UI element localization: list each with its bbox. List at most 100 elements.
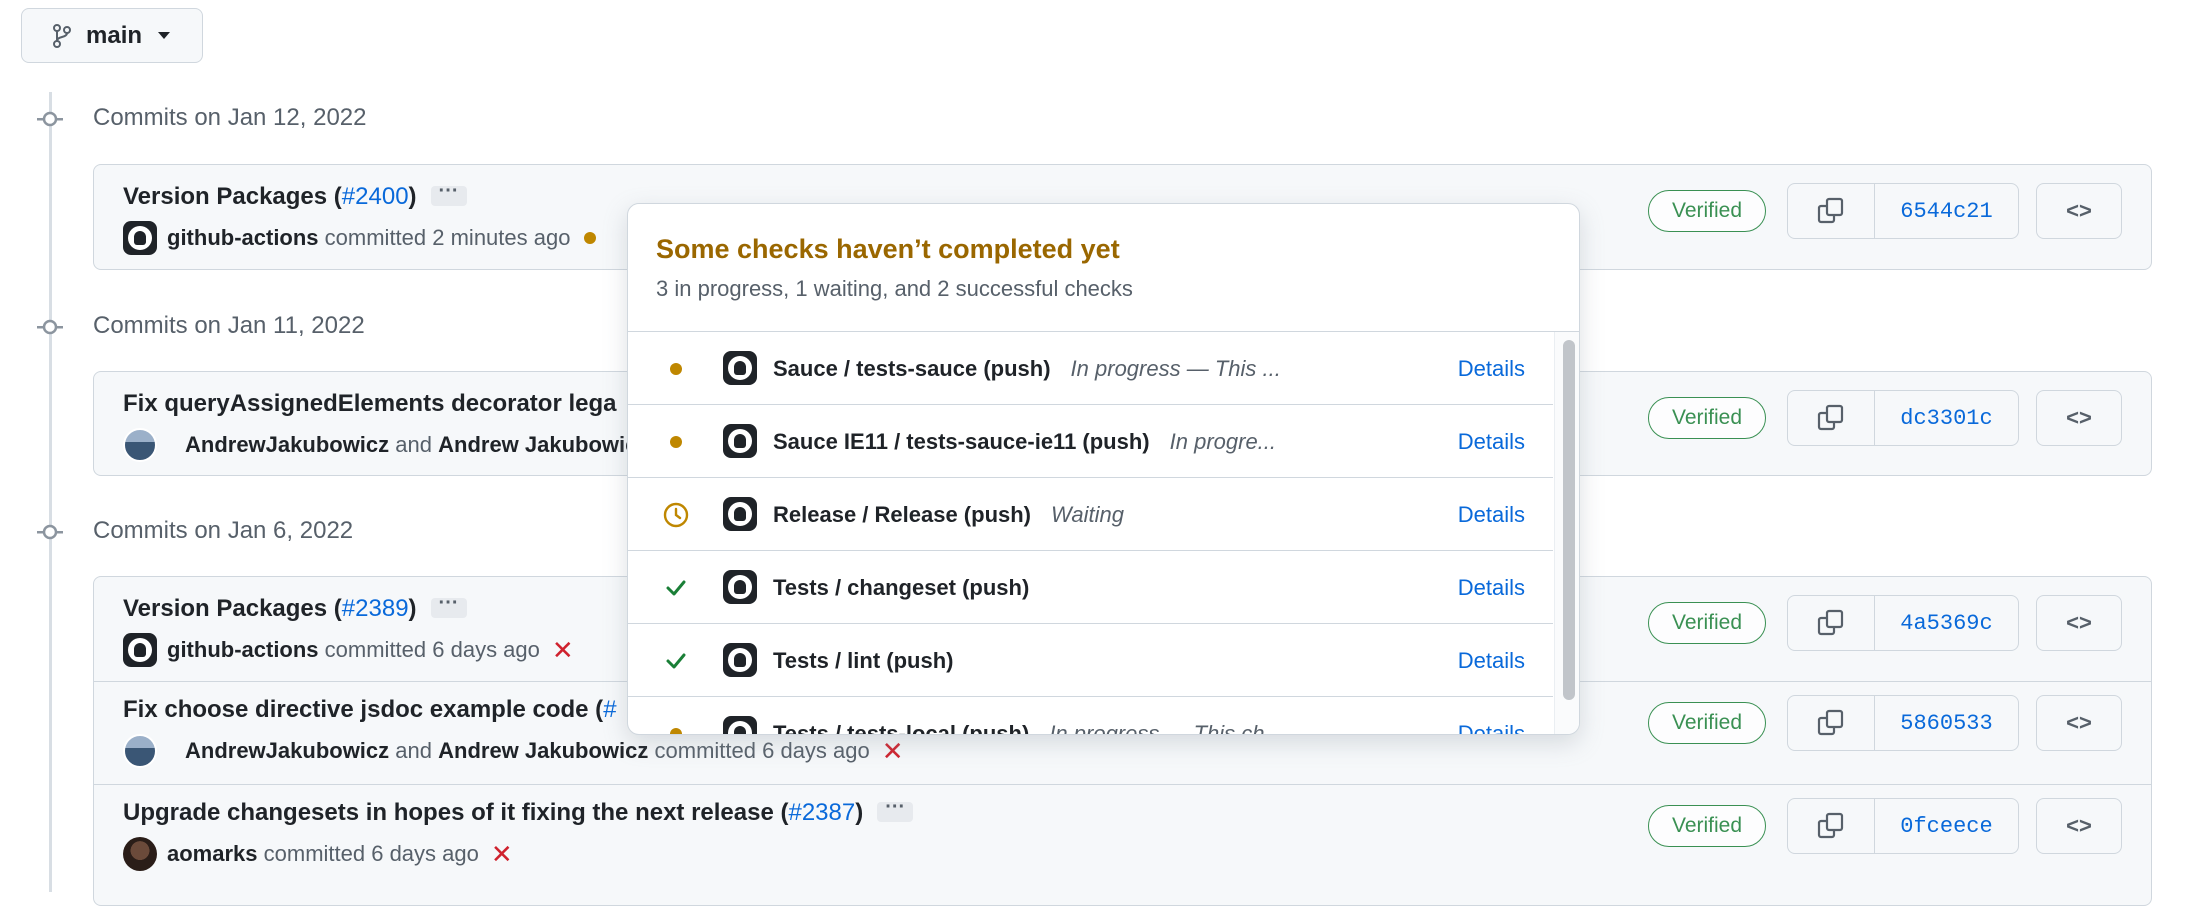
checks-popover: Some checks haven’t completed yet 3 in p… [627,203,1580,735]
details-link[interactable]: Details [1458,478,1525,551]
github-actions-icon [723,716,757,734]
browse-repo-button[interactable]: <> [2036,183,2122,239]
popover-subtitle: 3 in progress, 1 waiting, and 2 successf… [656,276,1133,301]
author-link[interactable]: Andrew Jakubowicz [438,738,648,764]
author-link[interactable]: aomarks [167,841,258,867]
commit-message[interactable]: Version Packages (#2400) [123,180,467,211]
browse-repo-button[interactable]: <> [2036,798,2122,854]
branch-select-button[interactable]: main [21,8,203,63]
expand-message-button[interactable] [430,592,467,618]
git-commit-icon [37,111,63,127]
commit-message[interactable]: Version Packages (#2389) [123,592,467,623]
verified-badge[interactable]: Verified [1648,397,1766,439]
check-row: Sauce / tests-sauce (push) In progress — … [628,332,1553,405]
browse-repo-button[interactable]: <> [2036,595,2122,651]
commit-meta: AndrewJakubowicz and Andrew Jakubowic [123,428,637,462]
details-link[interactable]: Details [1458,551,1525,624]
details-link[interactable]: Details [1458,697,1525,735]
copy-icon [1817,404,1844,431]
copy-sha-button[interactable] [1788,391,1875,445]
browse-repo-button[interactable]: <> [2036,390,2122,446]
code-icon: <> [2066,198,2092,223]
check-icon [666,580,686,595]
git-commit-icon [37,319,63,335]
browse-repo-button[interactable]: <> [2036,695,2122,751]
branch-name: main [86,21,143,49]
sha-button-group: dc3301c [1787,390,2019,446]
verified-badge[interactable]: Verified [1648,702,1766,744]
avatar[interactable] [123,428,175,462]
commit-sha-link[interactable]: 6544c21 [1875,184,2018,238]
pr-link[interactable]: #2387 [788,799,855,826]
sha-button-group: 5860533 [1787,695,2019,751]
commit-row: Upgrade changesets in hopes of it fixing… [94,784,2151,895]
x-icon[interactable]: ✕ [552,637,574,663]
verified-badge[interactable]: Verified [1648,805,1766,847]
commit-sha-link[interactable]: 0fceece [1875,799,2018,853]
sha-button-group: 4a5369c [1787,595,2019,651]
author-link[interactable]: github-actions [167,637,319,663]
details-link[interactable]: Details [1458,624,1525,697]
check-name: Release / Release (push) [773,501,1032,527]
avatar[interactable] [123,633,157,667]
commit-group-title: Commits on Jan 6, 2022 [93,517,354,544]
timeline-line [49,92,52,892]
author-link[interactable]: Andrew Jakubowic [438,432,637,458]
commit-message[interactable]: Fix queryAssignedElements decorator lega [123,390,617,418]
copy-icon [1817,197,1844,224]
check-name: Tests / lint (push) [773,647,954,673]
commit-sha-link[interactable]: 4a5369c [1875,596,2018,650]
verified-badge[interactable]: Verified [1648,190,1766,232]
author-link[interactable]: github-actions [167,225,319,251]
github-actions-icon [723,351,757,385]
expand-message-button[interactable] [877,796,914,822]
dot-fill-icon [670,362,682,375]
copy-sha-button[interactable] [1788,596,1875,650]
avatar[interactable] [123,221,157,255]
commit-group-title: Commits on Jan 12, 2022 [93,104,367,131]
x-icon[interactable]: ✕ [882,738,904,764]
check-icon [666,653,686,668]
check-row: Tests / changeset (push) Details [628,551,1553,624]
verified-badge[interactable]: Verified [1648,602,1766,644]
check-row: Tests / lint (push) Details [628,624,1553,697]
avatar[interactable] [123,734,175,768]
scrollbar-thumb[interactable] [1563,340,1575,700]
details-link[interactable]: Details [1458,405,1525,478]
scrollbar[interactable] [1554,332,1579,734]
avatar[interactable] [123,837,157,871]
commit-message[interactable]: Fix choose directive jsdoc example code … [123,696,617,724]
commit-meta: github-actions committed 6 days ago ✕ [123,633,574,667]
code-icon: <> [2066,813,2092,838]
dot-fill-icon[interactable] [584,232,597,244]
popover-title: Some checks haven’t completed yet [656,234,1120,264]
github-actions-icon [723,424,757,458]
author-link[interactable]: AndrewJakubowicz [185,738,389,764]
pr-link[interactable]: #2389 [342,595,409,622]
copy-sha-button[interactable] [1788,696,1875,750]
check-row: Release / Release (push) Waiting Details [628,478,1553,551]
commit-sha-link[interactable]: 5860533 [1875,696,2018,750]
caret-down-icon [158,32,171,39]
check-name: Sauce / tests-sauce (push) [773,355,1051,381]
pr-link[interactable]: #2400 [342,183,409,210]
pr-link[interactable]: # [603,696,616,723]
check-name: Sauce IE11 / tests-sauce-ie11 (push) [773,428,1150,454]
clock-icon [663,502,689,527]
expand-message-button[interactable] [430,180,467,206]
sha-button-group: 6544c21 [1787,183,2019,239]
commit-meta: aomarks committed 6 days ago ✕ [123,837,513,871]
copy-icon [1817,709,1844,736]
commit-message[interactable]: Upgrade changesets in hopes of it fixing… [123,796,914,827]
x-icon[interactable]: ✕ [491,841,513,867]
details-link[interactable]: Details [1458,332,1525,405]
copy-sha-button[interactable] [1788,799,1875,853]
commit-sha-link[interactable]: dc3301c [1875,391,2018,445]
copy-sha-button[interactable] [1788,184,1875,238]
github-actions-icon [723,643,757,677]
commit-group-title: Commits on Jan 11, 2022 [93,312,365,339]
author-link[interactable]: AndrewJakubowicz [185,432,389,458]
check-row: Tests / tests-local (push) In progress — … [628,697,1553,735]
dot-fill-icon [670,435,682,448]
code-icon: <> [2066,710,2092,735]
